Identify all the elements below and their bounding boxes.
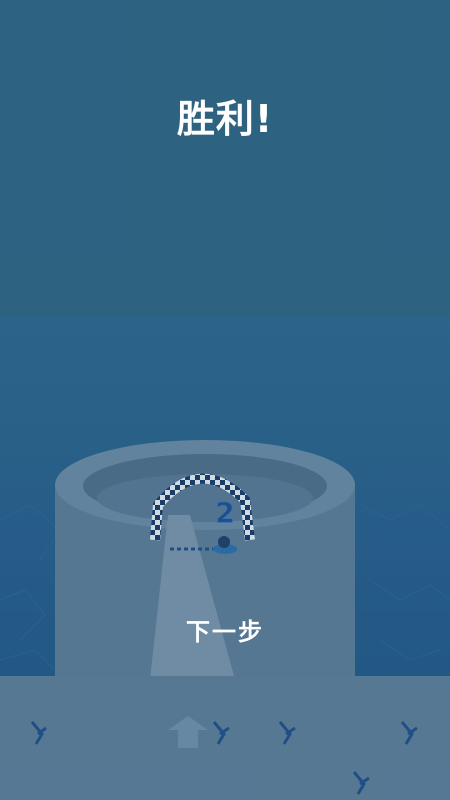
next-button[interactable]: 下一步 — [150, 603, 300, 655]
level-number: 2 — [215, 496, 234, 529]
sky — [0, 0, 450, 318]
foreground-platform — [0, 676, 450, 800]
victory-title: 胜利! — [176, 97, 274, 141]
